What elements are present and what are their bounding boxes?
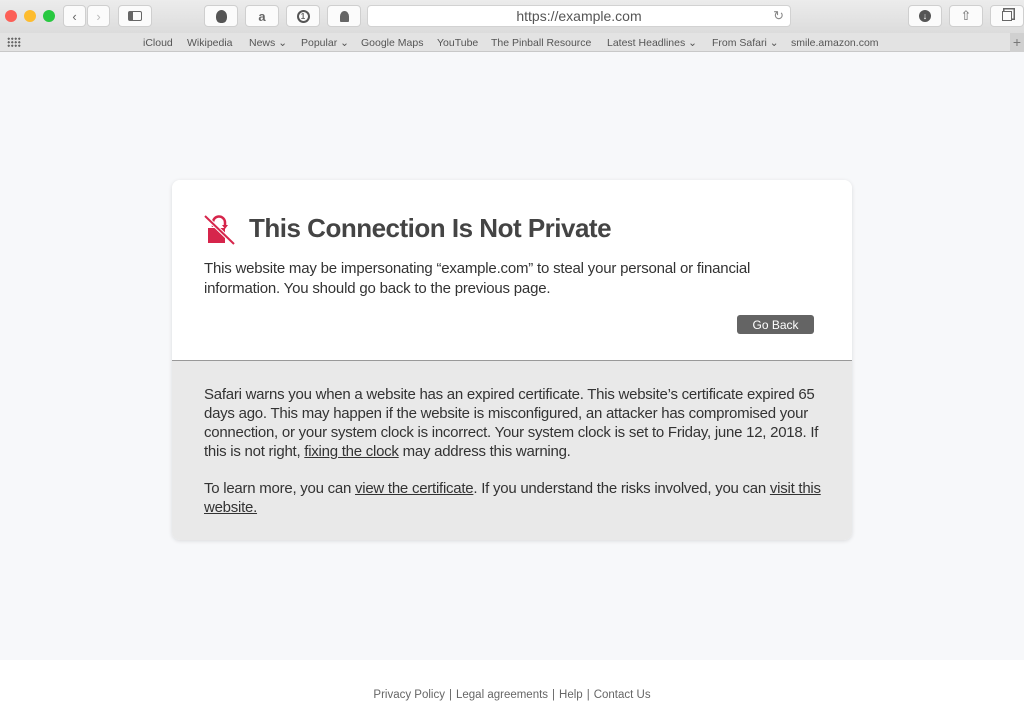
new-tab-plus-icon[interactable]: +: [1010, 33, 1024, 52]
details-paragraph-learn-more: To learn more, you can view the certific…: [204, 479, 834, 517]
warning-details: Safari warns you when a website has an e…: [172, 361, 852, 540]
bookmark-label: News: [249, 37, 276, 49]
chevron-down-icon: ⌄: [769, 37, 779, 49]
bookmark-latest-headlines[interactable]: Latest Headlines ⌄: [607, 37, 697, 49]
help-link[interactable]: Help: [559, 689, 583, 701]
forward-button[interactable]: ›: [87, 5, 110, 27]
broken-lock-icon: [203, 214, 235, 245]
footer-links: Privacy Policy | Legal agreements | Help | Con…: [0, 689, 1024, 701]
fixing-the-clock-link[interactable]: fixing the clock: [304, 443, 399, 460]
bookmark-google-maps[interactable]: Google Maps: [361, 37, 423, 49]
chevron-right-icon: ›: [96, 8, 101, 24]
bookmark-news[interactable]: News ⌄: [249, 37, 287, 49]
back-button[interactable]: ‹: [63, 5, 86, 27]
page-footer: Privacy Policy | Legal agreements | Help | Con…: [0, 660, 1024, 720]
share-button[interactable]: ⇧: [949, 5, 983, 27]
warning-card: This Connection Is Not Private This webs…: [172, 180, 852, 540]
bookmark-smile-amazon[interactable]: smile.amazon.com: [791, 37, 879, 49]
details-text: . If you understand the risks involved, …: [473, 480, 770, 497]
extension-ghostery-button[interactable]: [204, 5, 238, 27]
chevron-left-icon: ‹: [72, 8, 77, 24]
download-icon: ↓: [919, 10, 931, 22]
view-certificate-link[interactable]: view the certificate: [355, 480, 474, 497]
footer-separator: |: [586, 689, 590, 701]
extension-1password-button[interactable]: 1: [286, 5, 320, 27]
share-icon: ⇧: [960, 8, 972, 23]
reload-icon[interactable]: ↻: [773, 8, 784, 24]
bookmark-popular[interactable]: Popular ⌄: [301, 37, 349, 49]
extension-amazon-button[interactable]: a: [245, 5, 279, 27]
1password-icon: 1: [296, 9, 310, 23]
sidebar-button[interactable]: [118, 5, 152, 27]
details-text: may address this warning.: [398, 443, 571, 460]
privacy-policy-link[interactable]: Privacy Policy: [373, 689, 445, 701]
contact-us-link[interactable]: Contact Us: [594, 689, 651, 701]
chevron-down-icon: ⌄: [278, 37, 287, 49]
close-window-button[interactable]: [5, 10, 17, 22]
bookmark-pinball-resource[interactable]: The Pinball Resource: [491, 37, 591, 49]
tabs-icon: [1002, 11, 1012, 21]
details-text: To learn more, you can: [204, 480, 355, 497]
apps-grid-icon[interactable]: [7, 37, 21, 47]
page-title: This Connection Is Not Private: [249, 213, 612, 243]
warning-header: This Connection Is Not Private This webs…: [172, 180, 852, 361]
amazon-icon: a: [258, 8, 266, 24]
footer-separator: |: [552, 689, 556, 701]
address-bar[interactable]: https://example.com ↻: [367, 5, 791, 27]
sidebar-icon: [128, 11, 142, 21]
bookmark-youtube[interactable]: YouTube: [437, 37, 478, 49]
extension-ghost-button[interactable]: [327, 5, 361, 27]
bookmark-wikipedia[interactable]: Wikipedia: [187, 37, 233, 49]
bookmark-label: Popular: [301, 37, 338, 49]
ghostery-icon: [215, 9, 227, 23]
bookmark-label: From Safari: [712, 37, 767, 49]
ghost-icon: [339, 10, 349, 22]
bookmark-from-safari[interactable]: From Safari ⌄: [712, 37, 779, 49]
tabs-overview-button[interactable]: [990, 5, 1024, 27]
chevron-down-icon: ⌄: [340, 37, 349, 49]
minimize-window-button[interactable]: [24, 10, 36, 22]
bookmark-label: Latest Headlines: [607, 37, 686, 49]
details-paragraph-expired: Safari warns you when a website has an e…: [204, 385, 834, 461]
bookmarks-bar: iCloud Wikipedia News ⌄ Popular ⌄ Google…: [0, 33, 1024, 52]
url-text: https://example.com: [516, 8, 642, 24]
legal-agreements-link[interactable]: Legal agreements: [456, 689, 548, 701]
chevron-down-icon: ⌄: [688, 37, 697, 49]
browser-toolbar: ‹ › a 1 https://example.com ↻ ↓ ⇧: [0, 0, 1024, 33]
go-back-button[interactable]: Go Back: [737, 315, 814, 334]
zoom-window-button[interactable]: [43, 10, 55, 22]
footer-separator: |: [448, 689, 452, 701]
warning-description: This website may be impersonating “examp…: [204, 260, 751, 297]
bookmark-icloud[interactable]: iCloud: [143, 37, 173, 49]
downloads-button[interactable]: ↓: [908, 5, 942, 27]
